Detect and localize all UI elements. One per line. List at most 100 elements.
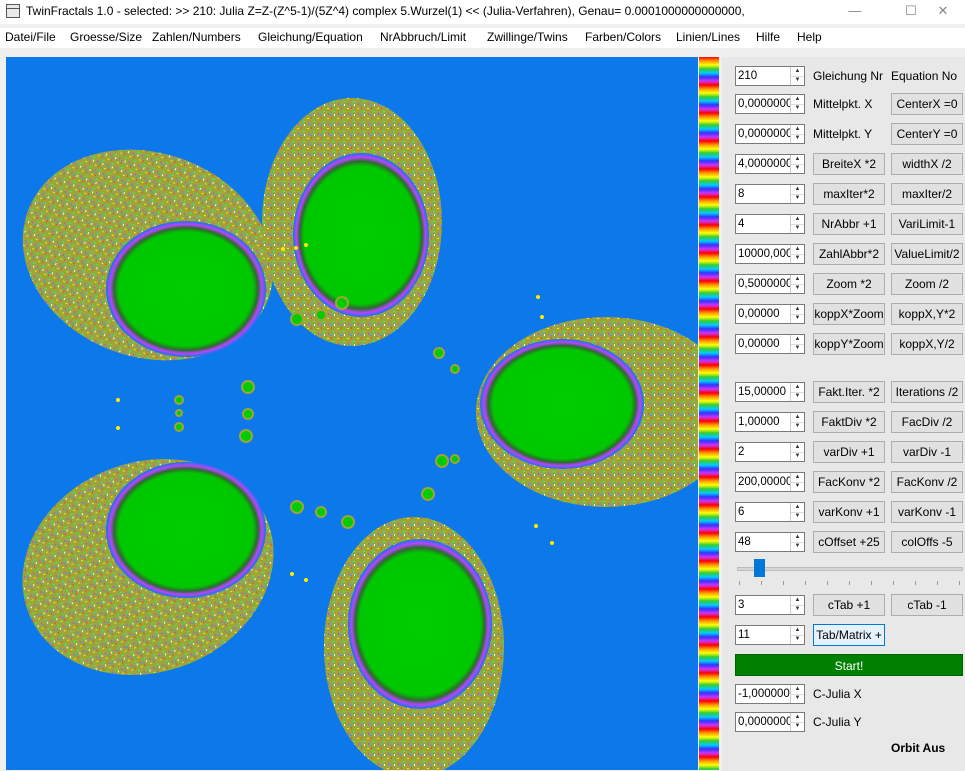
color-table-bar [699, 57, 719, 770]
fakt-div-value: 1,00000 [738, 416, 780, 428]
width-x-value: 4,0000000 [738, 158, 790, 170]
max-iter-double-button[interactable]: maxIter*2 [813, 183, 885, 205]
value-limit-half-button[interactable]: ValueLimit/2 [891, 243, 963, 265]
c-julia-y-label: C-Julia Y [813, 715, 862, 729]
window-title: TwinFractals 1.0 - selected: >> 210: Jul… [26, 4, 745, 18]
c-offset-plus-button[interactable]: cOffset +25 [813, 531, 885, 553]
zoom-spinbox[interactable]: 0,5000000 ▲ ▼ [735, 274, 805, 294]
center-x-spinbox[interactable]: 0,0000000 ▲ ▼ [735, 94, 805, 114]
close-button[interactable]: ✕ [921, 0, 965, 24]
menu-linien-lines[interactable]: Linien/Lines [676, 30, 740, 44]
var-div-value: 2 [738, 446, 745, 458]
width-x-half-button[interactable]: widthX /2 [891, 153, 963, 175]
kopp-xy-half-button[interactable]: koppX,Y/2 [891, 333, 963, 355]
fakt-iter-spinbox[interactable]: 15,00000 ▲ ▼ [735, 382, 805, 402]
spin-down-icon[interactable]: ▼ [791, 164, 804, 173]
spin-down-icon[interactable]: ▼ [791, 314, 804, 323]
menu-zwillinge-twins[interactable]: Zwillinge/Twins [487, 30, 568, 44]
center-y-value: 0,0000000 [738, 128, 790, 140]
fakt-div-spinbox[interactable]: 1,00000 ▲ ▼ [735, 412, 805, 432]
kopp-xy-double-button[interactable]: koppX,Y*2 [891, 303, 963, 325]
fakt-div-double-button[interactable]: FaktDiv *2 [813, 411, 885, 433]
kopp-x-spinbox[interactable]: 0,00000 ▲ ▼ [735, 304, 805, 324]
nr-abbr-spinbox[interactable]: 4 ▲ ▼ [735, 214, 805, 234]
width-x-spinbox[interactable]: 4,0000000 ▲ ▼ [735, 154, 805, 174]
c-julia-x-spinbox[interactable]: -1,0000000 ▲▼ [735, 684, 805, 704]
start-button[interactable]: Start! [735, 654, 963, 676]
nr-abbr-plus-button[interactable]: NrAbbr +1 [813, 213, 885, 235]
fakt-iter-double-button[interactable]: Fakt.Iter. *2 [813, 381, 885, 403]
color-slider-thumb[interactable] [754, 559, 766, 577]
menu-datei-file[interactable]: Datei/File [5, 30, 56, 44]
menu-hilfe[interactable]: Hilfe [756, 30, 780, 44]
width-x-double-button[interactable]: BreiteX *2 [813, 153, 885, 175]
tab-matrix-plus-button[interactable]: Tab/Matrix + [813, 624, 885, 646]
kopp-y-zoom-button[interactable]: koppY*Zoom [813, 333, 885, 355]
equation-spinbox[interactable]: 210 ▲ ▼ [735, 66, 805, 86]
c-tab-plus-button[interactable]: cTab +1 [813, 594, 885, 616]
fac-konv-half-button[interactable]: FacKonv /2 [891, 471, 963, 493]
var-div-plus-button[interactable]: varDiv +1 [813, 441, 885, 463]
spin-down-icon[interactable]: ▼ [791, 635, 804, 644]
fractal-canvas[interactable] [6, 57, 698, 770]
menu-gleichung-equation[interactable]: Gleichung/Equation [258, 30, 363, 44]
var-konv-plus-button[interactable]: varKonv +1 [813, 501, 885, 523]
center-y-reset-button[interactable]: CenterY =0 [891, 123, 963, 145]
kopp-y-spinbox[interactable]: 0,00000 ▲ ▼ [735, 334, 805, 354]
spin-down-icon[interactable]: ▼ [791, 722, 804, 731]
spin-down-icon[interactable]: ▼ [791, 482, 804, 491]
zoom-value: 0,5000000 [738, 278, 790, 290]
max-iter-half-button[interactable]: maxIter/2 [891, 183, 963, 205]
spin-down-icon[interactable]: ▼ [791, 694, 804, 703]
vari-limit-minus-button[interactable]: VariLimit-1 [891, 213, 963, 235]
spin-down-icon[interactable]: ▼ [791, 452, 804, 461]
center-x-reset-button[interactable]: CenterX =0 [891, 93, 963, 115]
menu-groesse-size[interactable]: Groesse/Size [70, 30, 142, 44]
zahl-abbr-spinbox[interactable]: 10000,000 ▲ ▼ [735, 244, 805, 264]
spin-down-icon[interactable]: ▼ [791, 76, 804, 85]
equation-no-label: Equation No [891, 69, 958, 83]
color-slider-track[interactable] [737, 567, 963, 571]
c-tab-minus-button[interactable]: cTab -1 [891, 594, 963, 616]
zoom-half-button[interactable]: Zoom /2 [891, 273, 963, 295]
c-offset-spinbox[interactable]: 48 ▲ ▼ [735, 532, 805, 552]
spin-down-icon[interactable]: ▼ [791, 104, 804, 113]
nr-abbr-value: 4 [738, 218, 745, 230]
spin-down-icon[interactable]: ▼ [791, 134, 804, 143]
c-tab-spinbox[interactable]: 3 ▲ ▼ [735, 595, 805, 615]
tab-matrix-spinbox[interactable]: 11 ▲ ▼ [735, 625, 805, 645]
fac-konv-spinbox[interactable]: 200,00000 ▲ ▼ [735, 472, 805, 492]
var-div-spinbox[interactable]: 2 ▲ ▼ [735, 442, 805, 462]
menu-zahlen-numbers[interactable]: Zahlen/Numbers [152, 30, 241, 44]
iterations-half-button[interactable]: Iterations /2 [891, 381, 963, 403]
menu-help[interactable]: Help [797, 30, 822, 44]
zoom-double-button[interactable]: Zoom *2 [813, 273, 885, 295]
kopp-x-zoom-button[interactable]: koppX*Zoom [813, 303, 885, 325]
spin-down-icon[interactable]: ▼ [791, 542, 804, 551]
var-konv-minus-button[interactable]: varKonv -1 [891, 501, 963, 523]
spin-down-icon[interactable]: ▼ [791, 605, 804, 614]
menu-farben-colors[interactable]: Farben/Colors [585, 30, 661, 44]
c-julia-y-spinbox[interactable]: 0,0000000 ▲ ▼ [735, 712, 805, 732]
menu-nrabbruch-limit[interactable]: NrAbbruch/Limit [380, 30, 466, 44]
spin-down-icon[interactable]: ▼ [791, 422, 804, 431]
center-x-value: 0,0000000 [738, 98, 790, 110]
col-offs-minus-button[interactable]: colOffs -5 [891, 531, 963, 553]
fac-div-half-button[interactable]: FacDiv /2 [891, 411, 963, 433]
spin-down-icon[interactable]: ▼ [791, 392, 804, 401]
var-konv-spinbox[interactable]: 6 ▲ ▼ [735, 502, 805, 522]
spin-down-icon[interactable]: ▼ [791, 224, 804, 233]
spin-down-icon[interactable]: ▼ [791, 344, 804, 353]
center-y-spinbox[interactable]: 0,0000000 ▲ ▼ [735, 124, 805, 144]
spin-down-icon[interactable]: ▼ [791, 512, 804, 521]
spin-down-icon[interactable]: ▼ [791, 254, 804, 263]
fac-konv-double-button[interactable]: FacKonv *2 [813, 471, 885, 493]
spin-down-icon[interactable]: ▼ [791, 194, 804, 203]
max-iter-spinbox[interactable]: 8 ▲ ▼ [735, 184, 805, 204]
c-offset-value: 48 [738, 536, 751, 548]
spin-down-icon[interactable]: ▼ [791, 284, 804, 293]
orbit-toggle[interactable]: Orbit Aus [891, 741, 945, 755]
zahl-abbr-double-button[interactable]: ZahlAbbr*2 [813, 243, 885, 265]
var-div-minus-button[interactable]: varDiv -1 [891, 441, 963, 463]
minimize-button[interactable]: — [833, 0, 877, 24]
